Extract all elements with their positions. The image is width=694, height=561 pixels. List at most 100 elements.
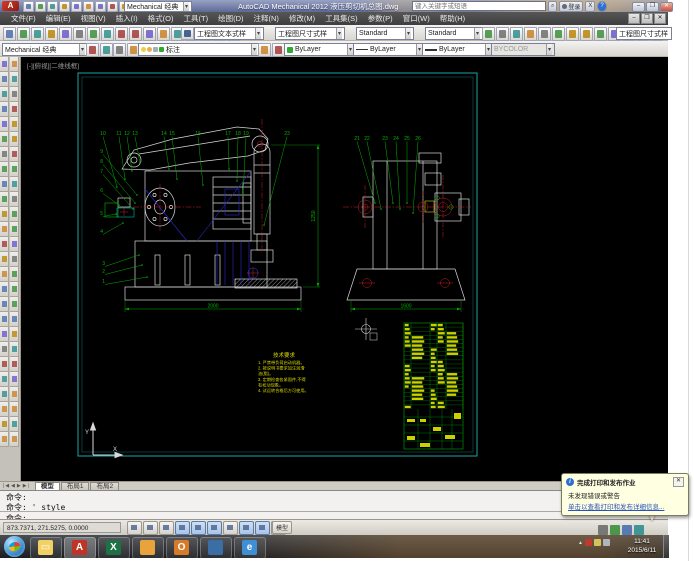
tab-prev-icon[interactable]: ◀ [11,483,15,489]
tab-last-icon[interactable]: ▶❘ [23,483,31,489]
make-block-icon[interactable] [0,267,9,282]
menu-修改M[interactable]: 修改(M) [284,13,320,24]
model-space-button[interactable]: 模型 [272,521,292,534]
restore-button[interactable]: ❐ [646,2,659,12]
close-button[interactable]: ✕ [660,2,673,12]
save-icon[interactable] [31,27,44,41]
toolbar-lock-icon[interactable] [634,525,644,535]
menu-视图V[interactable]: 视图(V) [76,13,111,24]
3d-polyline-icon[interactable] [0,117,9,132]
donut-icon[interactable] [0,192,9,207]
edit-spline-icon[interactable] [10,372,19,387]
mdi-restore-button[interactable]: ❐ [641,13,653,24]
open-icon[interactable] [35,1,46,12]
multiline-icon[interactable] [0,87,9,102]
action-center-icon[interactable] [585,539,592,546]
balloon-details-link[interactable]: 单击以查看打印和发布详细信息... [568,501,664,511]
menu-编辑E[interactable]: 编辑(E) [41,13,76,24]
dim-baseline-icon[interactable] [594,27,607,41]
region-icon[interactable] [0,327,9,342]
help-button[interactable]: ? [597,1,606,12]
wipeout-icon[interactable] [0,342,9,357]
point-icon[interactable] [0,282,9,297]
open-icon[interactable] [17,27,30,41]
minimize-button[interactable]: – [632,2,645,12]
menu-注释N[interactable]: 注释(N) [249,13,284,24]
menu-绘图D[interactable]: 绘图(D) [213,13,248,24]
menu-文件F[interactable]: 文件(F) [6,13,41,24]
text-icon[interactable] [0,372,9,387]
coordinates-readout[interactable]: 873.7371, 271.5275, 0.0000 [3,522,121,533]
rotate-icon[interactable] [10,147,19,162]
taskbar-clock[interactable]: 11:41 2015/6/11 [622,537,662,555]
copy-icon[interactable] [10,72,19,87]
autocad-logo-icon[interactable]: A [2,1,19,11]
arc-icon[interactable] [0,162,9,177]
dim-style-combo[interactable]: 工程图尺寸式样▾ [275,27,345,40]
otrack-toggle[interactable] [207,521,222,535]
array-icon[interactable] [10,117,19,132]
exchange-apps-button[interactable]: X [585,1,595,12]
measure-icon[interactable] [0,432,9,447]
revision-cloud-icon[interactable] [0,357,9,372]
clean-screen-icon[interactable] [622,525,632,535]
dyn-toggle[interactable] [239,521,254,535]
ortho-toggle[interactable] [159,521,174,535]
redo-icon[interactable] [157,27,170,41]
break-at-point-icon[interactable] [10,237,19,252]
layer-combo[interactable]: 标注 ▾ [138,43,260,56]
construction-line-icon[interactable] [0,72,9,87]
divide-icon[interactable] [0,417,9,432]
gradient-icon[interactable] [0,312,9,327]
mleader-style-combo[interactable]: Standard▾ [425,27,483,40]
edit-array-icon[interactable] [10,387,19,402]
menu-参数P[interactable]: 参数(P) [363,13,398,24]
text-style-combo[interactable]: 工程图文本式样▾ [194,27,264,40]
plot-notification-icon[interactable] [598,525,608,535]
autodesk-trusted-icon[interactable] [610,525,620,535]
align-icon[interactable] [10,342,19,357]
fillet-icon[interactable] [10,297,19,312]
hidden-icons-chevron[interactable]: ▲ [578,540,583,546]
properties-icon[interactable] [107,1,118,12]
match-properties-icon[interactable] [129,27,142,41]
mdi-close-button[interactable]: ✕ [654,13,666,24]
lineweight-toggle[interactable] [255,521,270,535]
right-style-combo[interactable]: 工程图尺寸式样 [616,27,672,40]
menu-格式O[interactable]: 格式(O) [143,13,179,24]
menu-帮助H[interactable]: 帮助(H) [435,13,470,24]
multiline-text-icon[interactable] [0,387,9,402]
spline-icon[interactable] [0,207,9,222]
mdi-minimize-button[interactable]: – [628,13,640,24]
taskbar-outlook-button[interactable]: O [166,537,198,559]
dim-angular-icon[interactable] [510,27,523,41]
new-icon[interactable] [3,27,16,41]
mirror-icon[interactable] [10,87,19,102]
tab-first-icon[interactable]: ❘◀ [1,483,9,489]
polar-toggle[interactable] [175,521,190,535]
dim-linear-icon[interactable] [482,27,495,41]
taskbar-explorer-button[interactable]: ▭ [30,537,62,559]
publish-icon[interactable] [73,27,86,41]
viewport-control-label[interactable]: [-][俯视][二维线框] [27,60,79,70]
copy-icon[interactable] [101,27,114,41]
edit-polyline-icon[interactable] [10,357,19,372]
rectangle-icon[interactable] [0,147,9,162]
power-erase-icon[interactable] [10,402,19,417]
table-icon[interactable] [0,402,9,417]
start-button[interactable] [4,536,25,557]
linetype-combo[interactable]: ByLayer▾ [353,43,425,56]
taskbar-photo-viewer-button[interactable] [200,537,232,559]
table-style-combo[interactable]: Standard▾ [356,27,414,40]
infocenter-search-input[interactable] [412,1,546,11]
insert-block-icon[interactable] [0,252,9,267]
polyline-icon[interactable] [0,102,9,117]
signin-button[interactable]: 登录 [559,1,583,12]
volume-icon[interactable] [603,539,610,546]
scale-icon[interactable] [10,162,19,177]
workspace-settings-icon[interactable] [86,43,99,57]
dim-diameter-icon[interactable] [552,27,565,41]
show-desktop-button[interactable] [663,535,669,558]
ducs-toggle[interactable] [223,521,238,535]
lengthen-icon[interactable] [10,192,19,207]
